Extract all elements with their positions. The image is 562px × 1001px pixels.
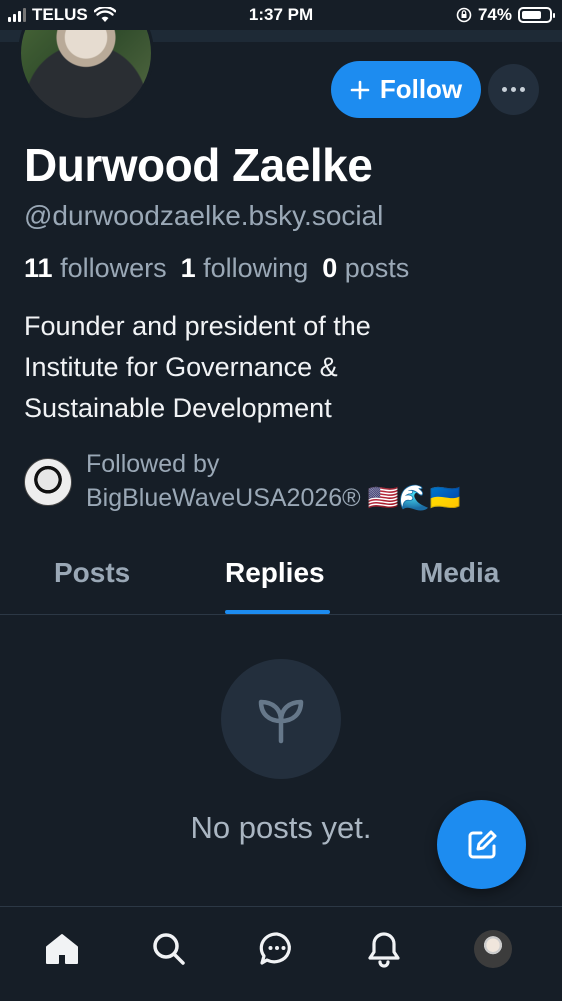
battery-percent: 74% (477, 5, 512, 24)
bell-icon (368, 932, 400, 968)
tab-posts[interactable]: Posts (54, 557, 130, 589)
ellipsis-icon (502, 87, 507, 92)
plus-icon (350, 80, 370, 99)
profile-handle: @durwoodzaelke.bsky.social (24, 200, 384, 231)
compose-button[interactable] (437, 800, 526, 889)
profile-nav-avatar (474, 930, 512, 968)
compose-icon (468, 830, 496, 858)
nav-home[interactable] (42, 929, 82, 969)
empty-state-badge (221, 659, 341, 779)
nav-search[interactable] (149, 929, 189, 969)
tab-replies[interactable]: Replies (225, 557, 325, 589)
status-right: 74% (456, 5, 555, 25)
followed-by-avatar[interactable] (24, 458, 72, 506)
follow-label: Follow (379, 74, 463, 104)
posts-stat: 0 posts (322, 253, 410, 283)
active-tab-indicator (225, 610, 330, 614)
following-stat[interactable]: 1 following (181, 253, 309, 284)
nav-profile[interactable] (473, 929, 513, 969)
nav-chat[interactable] (257, 929, 297, 969)
tab-media[interactable]: Media (420, 557, 499, 589)
battery-icon (518, 7, 555, 23)
search-icon (153, 933, 185, 965)
followers-stat[interactable]: 11 followers (24, 253, 167, 284)
status-bar: TELUS 1:37 PM 74% (0, 0, 562, 30)
followed-by-label: Followed by (86, 450, 220, 478)
profile-bio: Founder and president of the Institute f… (24, 311, 371, 423)
seedling-icon (258, 699, 304, 744)
display-name: Durwood Zaelke (24, 139, 373, 191)
home-icon (46, 934, 78, 964)
followed-by-name: BigBlueWaveUSA2026® 🇺🇸🌊🇺🇦 (86, 484, 461, 512)
profile-stats: 11 followers 1 following 0 posts (24, 253, 409, 284)
follow-button[interactable]: Follow (331, 61, 481, 118)
nav-notifications[interactable] (364, 929, 404, 969)
more-options-button[interactable] (488, 64, 539, 115)
orientation-lock-icon (456, 7, 472, 23)
profile-tabs: Posts Replies Media (0, 540, 562, 615)
bottom-nav (0, 906, 562, 1001)
chat-icon (259, 932, 291, 965)
followed-by[interactable]: Followed by BigBlueWaveUSA2026® 🇺🇸🌊🇺🇦 (86, 447, 461, 515)
